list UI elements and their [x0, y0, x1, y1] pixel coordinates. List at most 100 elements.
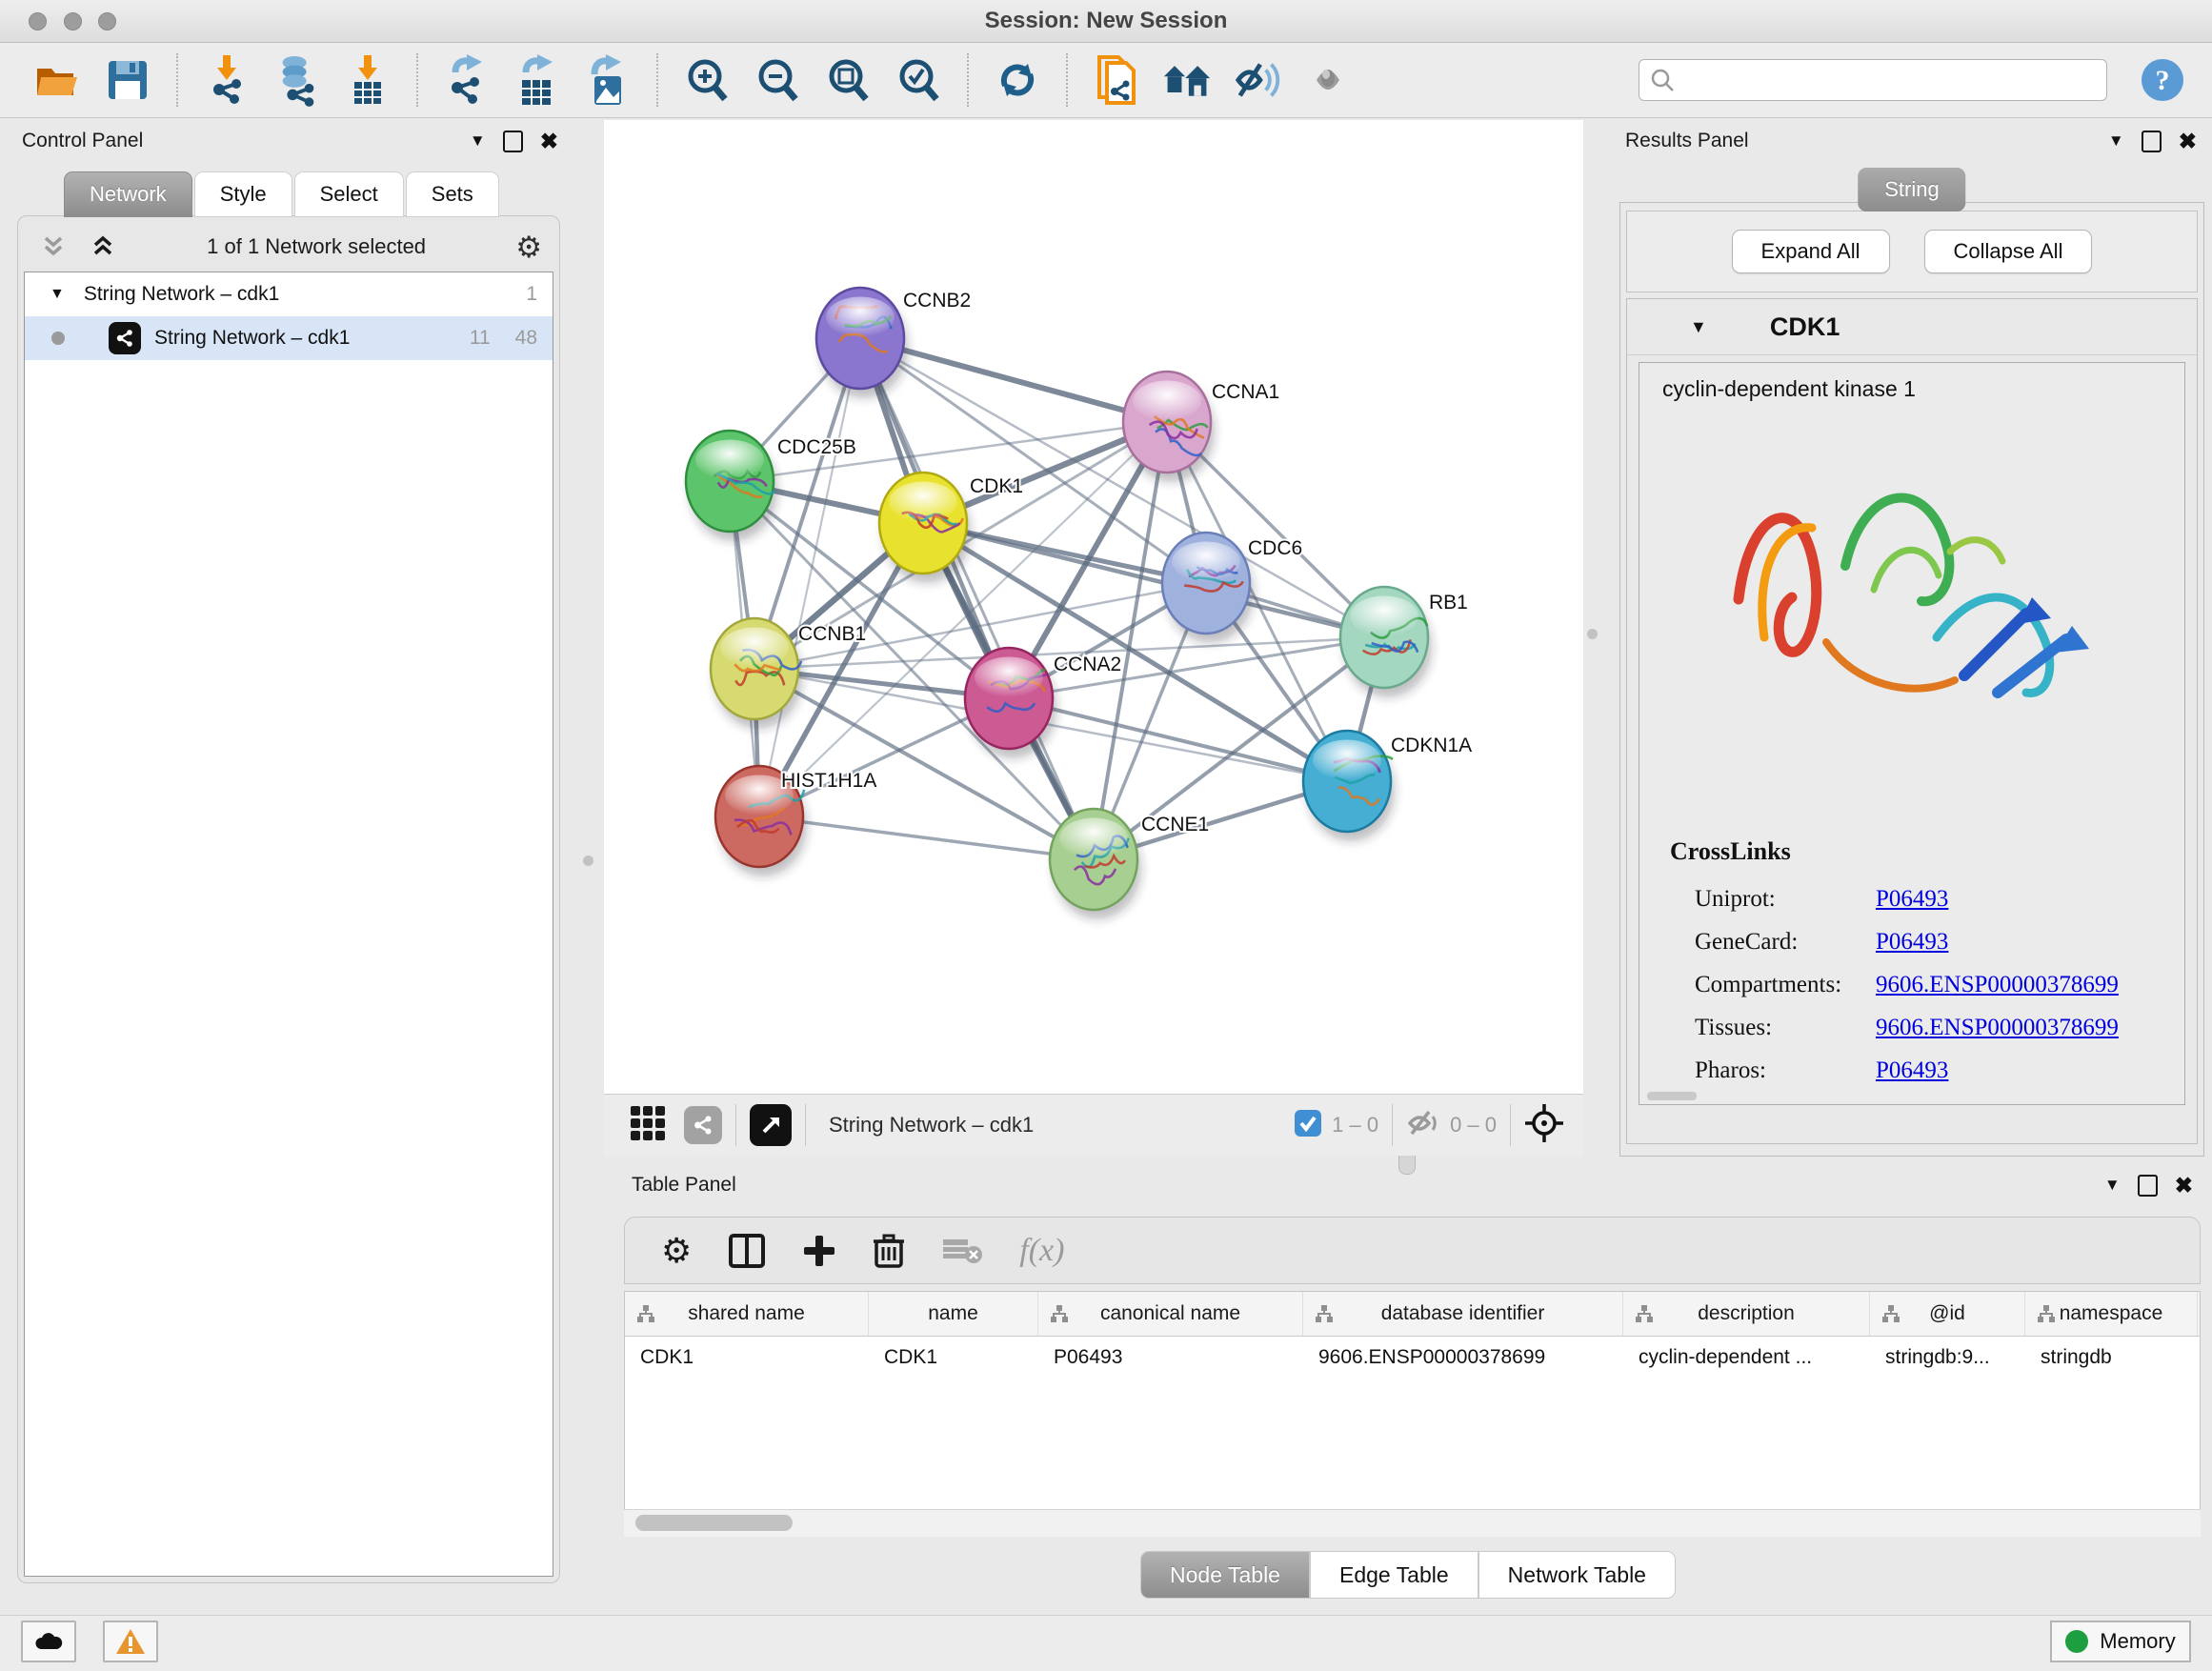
tab-network[interactable]: Network	[64, 171, 192, 217]
expand-all-button[interactable]: Expand All	[1732, 230, 1890, 273]
open-session-icon[interactable]	[32, 53, 82, 107]
crosshair-icon[interactable]	[1524, 1103, 1564, 1148]
node-CDC6[interactable]: CDC6	[1162, 533, 1302, 643]
cloud-button[interactable]	[21, 1621, 76, 1662]
results-panel: Results Panel ▼ ✖ String Expand All Coll…	[1612, 120, 2212, 1160]
panel-menu-icon[interactable]: ▼	[2108, 131, 2124, 151]
export-table-icon[interactable]	[513, 53, 562, 107]
tab-select[interactable]: Select	[294, 171, 404, 217]
eye-icon[interactable]	[1303, 53, 1353, 107]
column-header-namespace[interactable]: namespace	[2025, 1292, 2198, 1336]
table-row[interactable]: CDK1CDK1P064939606.ENSP00000378699cyclin…	[625, 1337, 2200, 1379]
export-network-icon[interactable]	[442, 53, 492, 107]
crosslink-link[interactable]: P06493	[1876, 886, 1948, 913]
tab-sets[interactable]: Sets	[406, 171, 499, 217]
node-HIST1H1A[interactable]: HIST1H1A	[715, 766, 876, 876]
crosslink-link[interactable]: 9606.ENSP00000378699	[1876, 972, 2119, 998]
table-cell[interactable]: stringdb:9...	[1870, 1337, 2025, 1379]
node-CCNB1[interactable]: CCNB1	[711, 618, 866, 729]
float-panel-icon[interactable]	[503, 131, 523, 152]
import-table-icon[interactable]	[343, 53, 392, 107]
close-panel-icon[interactable]: ✖	[2175, 1175, 2193, 1197]
node-CDK1[interactable]: CDK1	[879, 473, 1023, 583]
panel-menu-icon[interactable]: ▼	[470, 131, 486, 151]
table-cell[interactable]: stringdb	[2025, 1337, 2198, 1379]
column-header-database-identifier[interactable]: database identifier	[1303, 1292, 1623, 1336]
close-panel-icon[interactable]: ✖	[540, 131, 558, 152]
column-header-canonical-name[interactable]: canonical name	[1038, 1292, 1303, 1336]
birds-eye-view-icon[interactable]	[750, 1104, 792, 1146]
gene-section-header[interactable]: ▼ CDK1	[1627, 299, 2197, 355]
table-hscrollbar[interactable]	[624, 1509, 2201, 1537]
tab-string[interactable]: String	[1858, 168, 1965, 211]
show-columns-icon[interactable]	[728, 1233, 766, 1269]
table-cell[interactable]: P06493	[1038, 1337, 1303, 1379]
selected-checkbox-icon[interactable]	[1294, 1109, 1322, 1142]
import-network-file-icon[interactable]	[202, 53, 251, 107]
node-CDKN1A[interactable]: CDKN1A	[1303, 731, 1472, 841]
table-cell[interactable]: CDK1	[625, 1337, 869, 1379]
right-splitter-handle[interactable]	[1587, 629, 1598, 639]
expand-all-icon[interactable]	[89, 232, 117, 261]
export-image-icon[interactable]	[583, 53, 633, 107]
hide-eye-icon[interactable]	[1233, 53, 1282, 107]
share-document-icon[interactable]	[1092, 53, 1141, 107]
grid-view-icon[interactable]	[629, 1104, 667, 1147]
network-tree: ▼ String Network – cdk1 1 String Network…	[24, 272, 553, 1577]
search-input[interactable]	[1676, 62, 2097, 98]
refresh-icon[interactable]	[993, 53, 1042, 107]
node-CCNB2[interactable]: CCNB2	[816, 288, 971, 398]
add-column-icon[interactable]	[802, 1234, 836, 1268]
tab-style[interactable]: Style	[194, 171, 292, 217]
crosslink-link[interactable]: 9606.ENSP00000378699	[1876, 1015, 2119, 1041]
zoom-in-icon[interactable]	[682, 53, 732, 107]
gear-icon[interactable]: ⚙	[515, 232, 542, 262]
crosslink-link[interactable]: P06493	[1876, 1057, 1948, 1084]
table-cell[interactable]: CDK1	[869, 1337, 1038, 1379]
hidden-eye-icon[interactable]	[1406, 1108, 1440, 1143]
crosslink-link[interactable]: P06493	[1876, 929, 1948, 956]
homes-icon[interactable]	[1162, 53, 1212, 107]
zoom-fit-icon[interactable]	[823, 53, 873, 107]
network-row-selected[interactable]: String Network – cdk1 11 48	[25, 316, 553, 360]
node-label: HIST1H1A	[781, 770, 876, 792]
help-icon[interactable]: ?	[2140, 57, 2185, 103]
column-type-icon	[1635, 1304, 1654, 1323]
save-session-icon[interactable]	[103, 53, 152, 107]
network-collection-row[interactable]: ▼ String Network – cdk1 1	[25, 272, 553, 316]
zoom-out-icon[interactable]	[753, 53, 802, 107]
network-view-icon[interactable]	[684, 1106, 722, 1144]
network-canvas[interactable]: CCNB2CCNA1CDC25BCDK1CDC6RB1CCNB1CCNA2CDK…	[604, 120, 1583, 1094]
column-header-id[interactable]: @id	[1870, 1292, 2025, 1336]
expander-icon[interactable]: ▼	[50, 286, 65, 303]
table-cell[interactable]: cyclin-dependent ...	[1623, 1337, 1870, 1379]
column-header-name[interactable]: name	[869, 1292, 1038, 1336]
node-RB1[interactable]: RB1	[1340, 587, 1468, 697]
warning-button[interactable]	[103, 1621, 158, 1662]
column-header-shared-name[interactable]: shared name	[625, 1292, 869, 1336]
memory-button[interactable]: Memory	[2050, 1621, 2191, 1662]
close-panel-icon[interactable]: ✖	[2179, 131, 2197, 152]
float-panel-icon[interactable]	[2142, 131, 2162, 152]
panel-menu-icon[interactable]: ▼	[2104, 1176, 2121, 1195]
table-hscroll-thumb[interactable]	[635, 1515, 793, 1531]
float-panel-icon[interactable]	[2138, 1175, 2158, 1197]
collapse-all-icon[interactable]	[39, 232, 68, 261]
tab-node-table[interactable]: Node Table	[1140, 1551, 1310, 1599]
node-CCNA1[interactable]: CCNA1	[1123, 372, 1279, 482]
import-network-database-icon[interactable]	[272, 53, 322, 107]
collapse-all-button[interactable]: Collapse All	[1924, 230, 2093, 273]
table-settings-icon[interactable]: ⚙	[661, 1234, 692, 1268]
tab-edge-table[interactable]: Edge Table	[1310, 1551, 1478, 1599]
tab-network-table[interactable]: Network Table	[1478, 1551, 1676, 1599]
section-expander-icon[interactable]: ▼	[1690, 317, 1707, 337]
node-CCNA2[interactable]: CCNA2	[965, 648, 1121, 758]
delete-column-icon[interactable]	[873, 1233, 905, 1269]
table-cell[interactable]: 9606.ENSP00000378699	[1303, 1337, 1623, 1379]
left-splitter-handle[interactable]	[583, 856, 593, 866]
results-hscroll-thumb[interactable]	[1647, 1092, 1697, 1100]
zoom-selected-icon[interactable]	[894, 53, 943, 107]
column-header-description[interactable]: description	[1623, 1292, 1870, 1336]
node-CCNE1[interactable]: CCNE1	[1050, 809, 1209, 919]
node-label: CCNB1	[798, 623, 866, 645]
